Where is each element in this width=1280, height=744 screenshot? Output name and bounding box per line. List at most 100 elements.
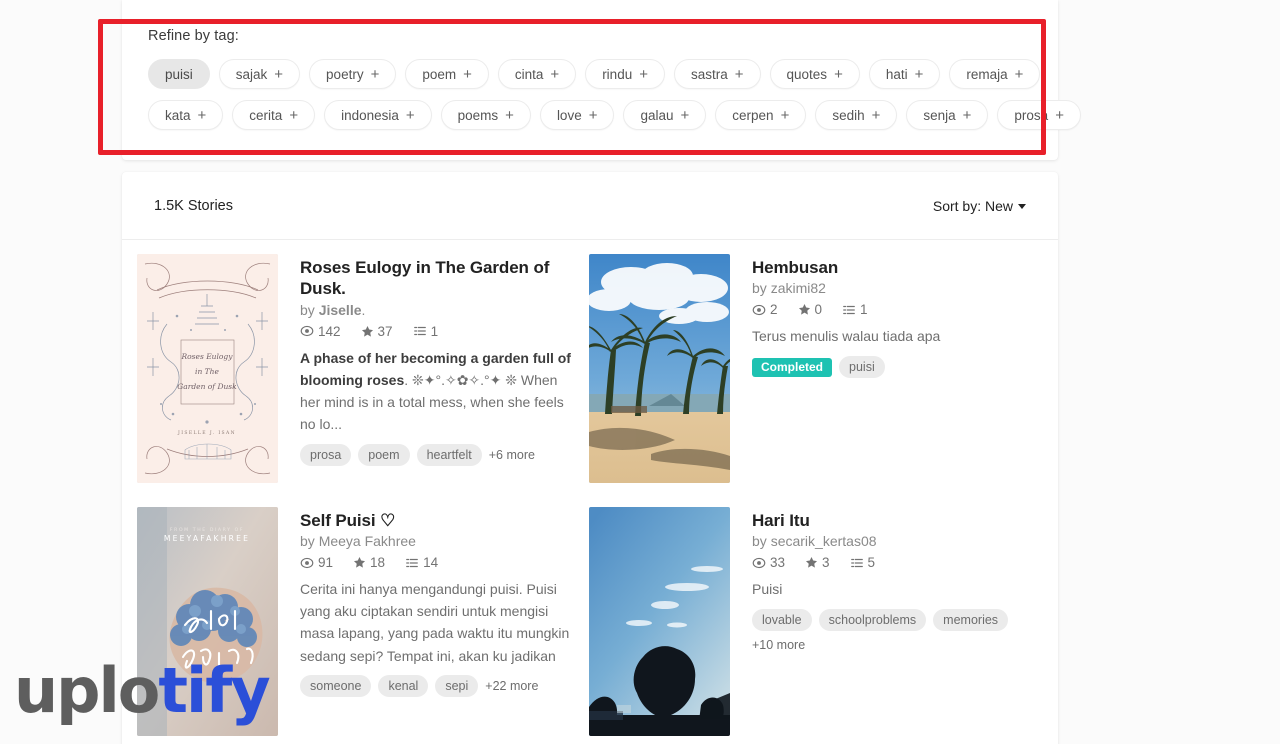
cover-art: Roses Eulogy in The Garden of Dusk JISELLE …: [137, 254, 278, 483]
by-prefix: by: [752, 533, 771, 550]
tag-pill-hati[interactable]: hati +: [868, 59, 941, 89]
story-description-rest: Cerita ini hanya mengandungi puisi. Puis…: [300, 581, 570, 664]
story-description-rest: Terus menulis walau tiada apa: [752, 328, 941, 345]
tag-pill-label: cinta: [514, 66, 544, 82]
tag-pill-cinta[interactable]: cinta +: [497, 59, 577, 89]
story-tag-lovable[interactable]: lovable: [752, 609, 812, 632]
story-title[interactable]: Roses Eulogy in The Garden of Dusk.: [300, 257, 574, 300]
story-cover-image[interactable]: [589, 507, 730, 736]
tag-pill-rindu[interactable]: rindu +: [585, 59, 665, 89]
tag-pill-label: rindu: [602, 66, 633, 82]
tag-pill-sedih[interactable]: sedih +: [815, 100, 898, 130]
tag-pill-label: indonesia: [341, 107, 399, 123]
star-icon: [361, 325, 374, 338]
story-tag-puisi[interactable]: puisi: [839, 356, 885, 379]
status-badge-completed: Completed: [752, 357, 833, 377]
story-tag-kenal[interactable]: kenal: [378, 675, 429, 698]
stat-parts-value: 5: [867, 555, 876, 571]
tag-pill-poem[interactable]: poem +: [405, 59, 489, 89]
story-cover-image[interactable]: FROM THE DIARY OF MEEYAFAKHREE: [137, 507, 278, 736]
refine-by-tag-panel: Refine by tag: puisi sajak + poetry + poem + ci…: [122, 0, 1081, 160]
sort-by-dropdown[interactable]: Sort by: New: [933, 198, 1026, 214]
tag-pill-label: kata: [165, 107, 191, 123]
story-author-name[interactable]: zakimi82: [771, 280, 826, 296]
svg-text:FROM THE DIARY OF: FROM THE DIARY OF: [170, 527, 244, 533]
story-results-panel: 1.5K Stories Sort by: New Roses Eulogy in…: [122, 172, 1058, 744]
stat-votes-value: 3: [822, 555, 830, 571]
story-tag-heartfelt[interactable]: heartfelt: [416, 443, 482, 466]
story-description-rest: Puisi: [752, 581, 783, 598]
story-author-name[interactable]: Jiselle: [319, 302, 362, 318]
story-tag-someone[interactable]: someone: [300, 675, 372, 698]
tag-pill-prosa[interactable]: prosa +: [997, 100, 1081, 130]
tag-pill-indonesia[interactable]: indonesia +: [324, 100, 432, 130]
plus-icon: +: [1014, 65, 1024, 83]
tag-pill-cerita[interactable]: cerita +: [232, 100, 316, 130]
story-cover-image[interactable]: [589, 254, 730, 483]
story-tag-sepi[interactable]: sepi: [435, 675, 479, 698]
stories-count-label: 1.5K Stories: [154, 197, 233, 214]
sort-by-label: Sort by: New: [932, 197, 1013, 214]
story-stats: 2 0 1: [752, 302, 1026, 317]
stat-reads: 2: [752, 302, 778, 317]
cover-art: [589, 254, 730, 483]
tag-pill-galau[interactable]: galau +: [623, 100, 707, 130]
tag-pill-label: remaja: [966, 66, 1008, 82]
tag-pill-cerpen[interactable]: cerpen +: [715, 100, 807, 130]
tag-pill-kata[interactable]: kata +: [148, 100, 224, 130]
story-tag-memories[interactable]: memories: [933, 609, 1009, 632]
story-author-line: by secarik_kertas08: [752, 533, 1026, 549]
stat-parts-value: 1: [860, 302, 868, 318]
story-description: A phase of her becoming a garden full of…: [300, 347, 574, 435]
story-author-name[interactable]: Meeya Fakhree: [319, 533, 416, 549]
tag-pill-label: puisi: [165, 66, 193, 82]
story-details: Hembusan by zakimi82 2 0 1 Terus menulis wala…: [730, 254, 1026, 483]
story-tags-more-link[interactable]: +22 more: [485, 679, 538, 693]
story-tag-schoolproblems[interactable]: schoolproblems: [818, 609, 927, 632]
story-tag-prosa[interactable]: prosa: [300, 443, 352, 466]
stat-parts: 5: [850, 555, 876, 571]
story-title[interactable]: Self Puisi ♡: [300, 510, 574, 531]
svg-text:Roses Eulogy: Roses Eulogy: [181, 352, 234, 361]
tag-pill-puisi[interactable]: puisi: [148, 59, 210, 89]
story-title[interactable]: Hembusan: [752, 257, 1026, 278]
tag-pill-label: love: [556, 107, 582, 123]
list-icon: [405, 556, 419, 570]
plus-icon: +: [680, 106, 690, 124]
story-tags-more-link[interactable]: +6 more: [489, 448, 535, 462]
tag-pill-remaja[interactable]: remaja +: [949, 59, 1041, 89]
tag-pill-label: sedih: [832, 107, 865, 123]
by-prefix: by: [752, 280, 771, 297]
story-tag-poem[interactable]: poem: [358, 443, 410, 466]
tag-pill-poetry[interactable]: poetry +: [309, 59, 397, 89]
tag-pill-label: sastra: [690, 66, 728, 82]
tag-pill-poems[interactable]: poems +: [440, 100, 531, 130]
plus-icon: +: [550, 65, 560, 83]
stat-reads-value: 91: [318, 555, 334, 571]
eye-icon: [752, 303, 766, 317]
tag-pill-label: galau: [640, 107, 674, 123]
story-card: Roses Eulogy in The Garden of Dusk JISELLE …: [122, 254, 574, 483]
stat-reads-value: 33: [770, 555, 786, 571]
tag-pill-love[interactable]: love +: [539, 100, 615, 130]
stat-votes: 3: [805, 555, 830, 570]
author-suffix: .: [361, 301, 366, 318]
eye-icon: [752, 556, 766, 570]
svg-text:JISELLE J. ISAN: JISELLE J. ISAN: [177, 430, 236, 436]
story-title[interactable]: Hari Itu: [752, 510, 1026, 531]
plus-icon: +: [780, 106, 790, 124]
story-author-name[interactable]: secarik_kertas08: [771, 533, 877, 549]
plus-icon: +: [1055, 106, 1064, 124]
refine-inner: Refine by tag: puisi sajak + poetry + poem + ci…: [122, 0, 1081, 130]
tag-pill-sajak[interactable]: sajak +: [218, 59, 301, 89]
plus-icon: +: [962, 106, 972, 124]
story-tags-more-link[interactable]: +10 more: [752, 638, 1026, 652]
stat-parts-value: 14: [423, 555, 439, 571]
plus-icon: +: [463, 65, 472, 83]
plus-icon: +: [505, 106, 514, 124]
tag-pill-senja[interactable]: senja +: [906, 100, 989, 130]
stat-parts: 14: [405, 555, 438, 570]
story-cover-image[interactable]: Roses Eulogy in The Garden of Dusk JISELLE …: [137, 254, 278, 483]
tag-pill-sastra[interactable]: sastra +: [673, 59, 761, 89]
tag-pill-quotes[interactable]: quotes +: [769, 59, 860, 89]
